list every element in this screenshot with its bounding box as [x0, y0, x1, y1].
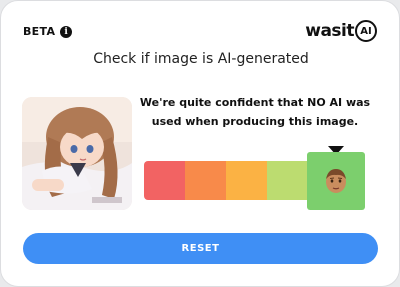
human-face-emoji-icon: [326, 169, 346, 193]
meter-segment-4: [267, 161, 308, 200]
uploaded-image-thumbnail: [22, 97, 132, 210]
reset-button[interactable]: RESET: [23, 233, 378, 264]
logo-text: wasit: [305, 21, 354, 41]
logo-ai-badge: AI: [355, 20, 377, 42]
confidence-meter: [144, 161, 308, 200]
detector-card: BETA i wasit AI Check if image is AI-gen…: [0, 0, 400, 287]
wasitai-logo[interactable]: wasit AI: [305, 20, 377, 42]
meter-segment-1: [144, 161, 185, 200]
result-message: We're quite confident that NO AI was use…: [139, 96, 371, 128]
page-title: Check if image is AI-generated: [93, 51, 309, 67]
meter-segment-3: [226, 161, 267, 200]
beta-badge: BETA i: [23, 25, 73, 38]
meter-segment-2: [185, 161, 226, 200]
beta-label: BETA: [23, 25, 56, 38]
meter-active-segment: [307, 152, 365, 210]
info-icon[interactable]: i: [60, 25, 73, 38]
